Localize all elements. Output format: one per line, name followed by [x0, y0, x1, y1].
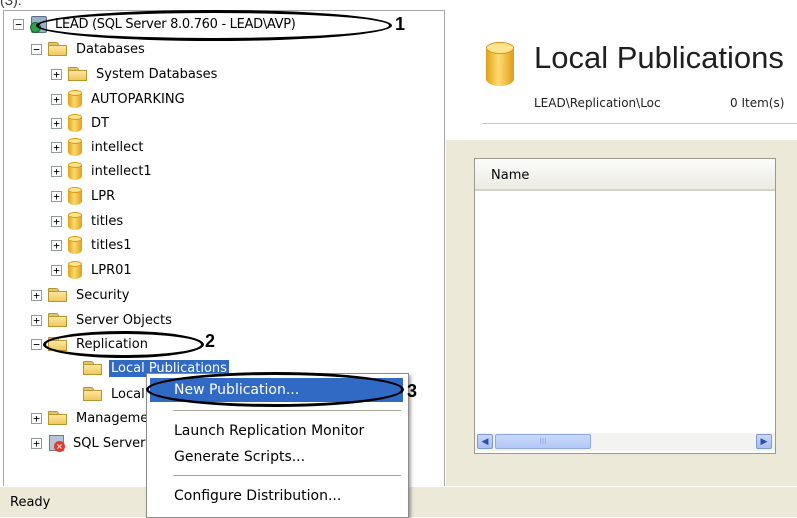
folder-icon [48, 410, 68, 426]
menu-separator [173, 475, 401, 476]
collapse-toggle[interactable]: − [13, 18, 24, 30]
database-icon [68, 137, 82, 157]
sql-agent-icon: × [48, 434, 65, 452]
tree-node-databases[interactable]: − Databases [31, 38, 147, 60]
tree-node-management[interactable]: + Management [31, 407, 164, 429]
tree-node-database[interactable]: + LPR01 [51, 259, 134, 281]
expand-toggle[interactable]: + [51, 93, 62, 105]
tree-node-label[interactable]: intellect1 [89, 163, 154, 180]
expand-toggle[interactable]: + [51, 165, 62, 177]
database-icon [68, 211, 82, 231]
expand-toggle[interactable]: + [31, 314, 42, 326]
annotation-number-3: 3 [407, 381, 418, 401]
database-icon [68, 235, 82, 255]
folder-icon [83, 360, 103, 376]
status-text: Ready [10, 495, 51, 510]
expand-toggle[interactable]: + [51, 239, 62, 251]
folder-icon [48, 312, 68, 328]
menu-item-configure-distribution[interactable]: Configure Distribution... [150, 484, 403, 508]
clipped-caption-text: (З). [0, 0, 22, 8]
expand-toggle[interactable]: + [51, 68, 62, 80]
annotation-ellipse-2 [43, 331, 204, 358]
expand-toggle[interactable]: + [51, 215, 62, 227]
expand-toggle[interactable]: + [31, 437, 42, 449]
menu-item-label: Launch Replication Monitor [174, 423, 365, 439]
summary-pane: Local Publications LEAD\Replication\Loc … [446, 10, 797, 486]
tree-node-label[interactable]: Security [74, 287, 131, 304]
folder-icon [68, 66, 88, 82]
summary-title: Local Publications [534, 40, 784, 75]
expand-toggle[interactable]: + [31, 412, 42, 424]
expand-toggle[interactable]: + [51, 141, 62, 153]
database-icon [68, 260, 82, 280]
database-icon [68, 89, 82, 109]
tree-node-database[interactable]: + titles1 [51, 234, 133, 256]
collapse-toggle[interactable]: − [31, 338, 42, 350]
divider [482, 123, 797, 124]
annotation-ellipse-1 [36, 10, 392, 41]
tree-node-label[interactable]: intellect [89, 139, 145, 156]
menu-separator [173, 410, 401, 411]
tree-node-database[interactable]: + intellect [51, 136, 145, 158]
column-header-label: Name [491, 168, 530, 183]
annotation-number-2: 2 [205, 331, 216, 351]
database-icon [68, 186, 82, 206]
tree-node-label[interactable]: Databases [74, 41, 147, 58]
tree-node-database[interactable]: + intellect1 [51, 160, 154, 182]
expand-toggle[interactable]: + [51, 117, 62, 129]
menu-item-generate-scripts[interactable]: Generate Scripts... [150, 445, 403, 469]
tree-node-label[interactable]: System Databases [94, 66, 219, 83]
summary-header: Local Publications LEAD\Replication\Loc … [446, 10, 797, 140]
database-icon [486, 40, 514, 88]
tree-node-database[interactable]: + AUTOPARKING [51, 88, 187, 110]
horizontal-scrollbar[interactable]: ◀ III ▶ [475, 433, 775, 451]
folder-icon [83, 386, 103, 402]
tree-node-database[interactable]: + DT [51, 112, 111, 134]
tree-node-security[interactable]: + Security [31, 284, 131, 306]
tree-node-label[interactable]: titles1 [89, 237, 133, 254]
tree-node-label[interactable]: Server Objects [74, 312, 174, 329]
tree-node-label[interactable]: AUTOPARKING [89, 91, 187, 108]
item-count: 0 Item(s) [730, 96, 785, 110]
tree-node-database[interactable]: + LPR [51, 185, 117, 207]
scroll-left-icon[interactable]: ◀ [477, 434, 493, 449]
database-icon [68, 113, 82, 133]
summary-path: LEAD\Replication\Loc [534, 96, 661, 110]
tree-node-label[interactable]: DT [89, 115, 111, 132]
menu-item-launch-replication-monitor[interactable]: Launch Replication Monitor [150, 419, 403, 443]
expand-toggle[interactable]: + [31, 289, 42, 301]
folder-icon [48, 287, 68, 303]
annotation-number-1: 1 [395, 14, 406, 34]
folder-icon [48, 41, 68, 57]
expand-toggle[interactable]: + [51, 190, 62, 202]
tree-node-label[interactable]: titles [89, 213, 125, 230]
scroll-right-icon[interactable]: ▶ [756, 434, 772, 449]
tree-node-system-databases[interactable]: + System Databases [51, 63, 219, 85]
collapse-toggle[interactable]: − [31, 43, 42, 55]
tree-node-server-objects[interactable]: + Server Objects [31, 309, 174, 331]
tree-node-label[interactable]: LPR01 [89, 262, 134, 279]
scroll-thumb[interactable]: III [495, 434, 591, 449]
column-header-name[interactable]: Name [475, 159, 775, 191]
tree-node-database[interactable]: + titles [51, 210, 125, 232]
database-icon [68, 161, 82, 181]
tree-node-label[interactable]: LPR [89, 188, 117, 205]
expand-toggle[interactable]: + [51, 264, 62, 276]
summary-list[interactable]: Name ◀ III ▶ [474, 158, 776, 454]
menu-item-label: Configure Distribution... [174, 488, 342, 504]
menu-item-label: Generate Scripts... [174, 449, 306, 465]
annotation-ellipse-3 [146, 372, 404, 407]
